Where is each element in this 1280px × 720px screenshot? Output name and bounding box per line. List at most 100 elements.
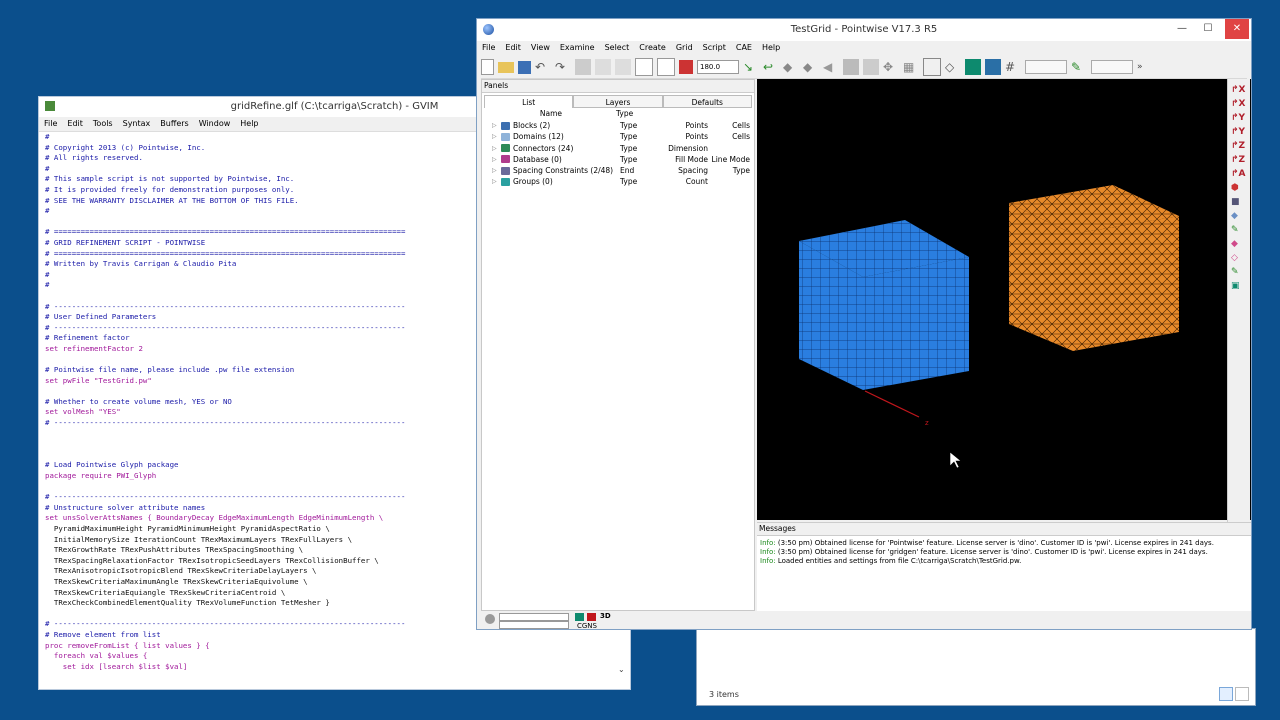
revolve-icon[interactable]: ✥ [883, 59, 899, 75]
pw-menu-script[interactable]: Script [698, 41, 731, 55]
angle-input[interactable]: 180.0 [697, 60, 739, 74]
icons-view-button[interactable] [1235, 687, 1249, 701]
connector-tool-icon[interactable]: ↘ [743, 59, 759, 75]
structured-block[interactable] [799, 220, 969, 390]
shape-icon[interactable]: ◀ [823, 59, 839, 75]
messages-list: Info: (3:50 pm) Obtained license for 'Po… [757, 536, 1251, 566]
view-plus-x-icon[interactable]: ↱X [1231, 99, 1247, 109]
mesh-tool-icon[interactable]: ▦ [903, 59, 919, 75]
scroll-down-icon[interactable]: ⌄ [618, 665, 626, 677]
solid-icon[interactable]: ■ [1231, 197, 1247, 207]
list-column-header: Name Type [482, 108, 754, 120]
redo-icon[interactable]: ↷ [555, 59, 571, 75]
gvim-menu-help[interactable]: Help [235, 117, 263, 131]
view-minus-x-icon[interactable]: ↱X [1231, 85, 1247, 95]
pw-menu-help[interactable]: Help [757, 41, 785, 55]
minimize-button[interactable]: — [1169, 19, 1195, 39]
view-isometric-icon[interactable]: ↱A [1231, 169, 1247, 179]
pw-menu-view[interactable]: View [526, 41, 555, 55]
explorer-window: 3 items [696, 628, 1256, 706]
grid-display-icon[interactable] [965, 59, 981, 75]
split-icon[interactable] [595, 59, 611, 75]
gvim-menu-edit[interactable]: Edit [62, 117, 88, 131]
hash-icon[interactable]: # [1005, 59, 1021, 75]
remove-view-icon[interactable] [657, 58, 675, 76]
expand-icon[interactable]: ▷ [492, 165, 501, 176]
entity-row[interactable]: ▷ Database (0) Type Fill Mode Line Mode [482, 154, 754, 165]
axis-label: z [925, 419, 929, 427]
save-icon[interactable] [518, 60, 531, 74]
pw-menu-grid[interactable]: Grid [671, 41, 698, 55]
pw-menu-examine[interactable]: Examine [555, 41, 600, 55]
color-select[interactable] [1091, 60, 1133, 74]
expand-icon[interactable]: ▷ [492, 154, 501, 165]
add-view-icon[interactable] [635, 58, 653, 76]
pw-menu-select[interactable]: Select [600, 41, 635, 55]
pw-menu-file[interactable]: File [477, 41, 500, 55]
pen-icon[interactable]: ✎ [1071, 59, 1087, 75]
new-file-icon[interactable] [481, 59, 494, 75]
view-icon[interactable] [575, 59, 591, 75]
measure-icon[interactable]: ✎ [1231, 267, 1247, 277]
view-plus-z-icon[interactable]: ↱Z [1231, 155, 1247, 165]
entity-row[interactable]: ▷ Domains (12) Type Points Cells [482, 131, 754, 142]
diamond-alt-icon[interactable]: ◆ [803, 59, 819, 75]
gvim-menu-file[interactable]: File [39, 117, 62, 131]
expand-icon[interactable]: ▷ [492, 143, 501, 154]
gvim-menu-tools[interactable]: Tools [88, 117, 118, 131]
tab-defaults[interactable]: Defaults [662, 95, 752, 108]
pw-menu-edit[interactable]: Edit [500, 41, 526, 55]
pointwise-titlebar: TestGrid - Pointwise V17.3 R5 — ☐ ✕ [477, 19, 1251, 41]
display-select[interactable] [1025, 60, 1067, 74]
shield-icon[interactable]: ⬢ [1231, 183, 1247, 193]
explorer-status: 3 items [709, 690, 739, 699]
gvim-title: gridRefine.glf (C:\tcarriga\Scratch) - G… [230, 101, 439, 112]
tab-layers[interactable]: Layers [573, 95, 663, 108]
entity-col2: Dimension [668, 143, 708, 153]
curve-tool-icon[interactable]: ↩ [763, 59, 779, 75]
entity-col3: Cells [732, 132, 750, 142]
pink-outline-icon[interactable]: ◇ [1231, 253, 1247, 263]
open-folder-icon[interactable] [498, 61, 514, 73]
pink-shape-icon[interactable]: ◆ [1231, 239, 1247, 249]
column-name[interactable]: Name [486, 108, 616, 120]
gvim-menu-buffers[interactable]: Buffers [155, 117, 193, 131]
gvim-menu-syntax[interactable]: Syntax [118, 117, 156, 131]
expand-icon[interactable]: ▷ [492, 120, 501, 131]
view-minus-z-icon[interactable]: ↱Z [1231, 141, 1247, 151]
cube-tool-icon[interactable] [843, 59, 859, 75]
close-button[interactable]: ✕ [1225, 19, 1249, 39]
angle-icon[interactable] [679, 60, 693, 74]
entity-col2: Spacing [678, 166, 708, 176]
tab-list[interactable]: List [484, 95, 574, 108]
message-text: (3:50 pm) Obtained license for 'Pointwis… [775, 539, 1214, 547]
edit-icon[interactable]: ✎ [1231, 225, 1247, 235]
pw-menu-create[interactable]: Create [634, 41, 671, 55]
maximize-button[interactable]: ☐ [1195, 19, 1221, 39]
details-view-button[interactable] [1219, 687, 1233, 701]
view-minus-y-icon[interactable]: ↱Y [1231, 113, 1247, 123]
entity-row[interactable]: ▷ Connectors (24) Type Dimension [482, 143, 754, 154]
unstructured-block[interactable] [1009, 185, 1179, 351]
grid-display-alt-icon[interactable] [985, 59, 1001, 75]
extrude-icon[interactable] [863, 59, 879, 75]
entity-row[interactable]: ▷ Groups (0) Type Count [482, 176, 754, 187]
wireframe-icon[interactable]: ◆ [1231, 211, 1247, 221]
pw-menu-cae[interactable]: CAE [731, 41, 757, 55]
expand-icon[interactable]: ▷ [492, 131, 501, 142]
expand-icon[interactable]: ▷ [492, 176, 501, 187]
view-plus-y-icon[interactable]: ↱Y [1231, 127, 1247, 137]
undo-icon[interactable]: ↶ [535, 59, 551, 75]
entity-row[interactable]: ▷ Blocks (2) Type Points Cells [482, 120, 754, 131]
diamond-tool-icon[interactable]: ◇ [945, 59, 961, 75]
examine-icon[interactable]: ▣ [1231, 281, 1247, 291]
toolbar-overflow-icon[interactable]: » [1137, 62, 1143, 72]
diamond-icon[interactable]: ◆ [783, 59, 799, 75]
layout-icon[interactable] [615, 59, 631, 75]
column-type[interactable]: Type [616, 108, 656, 120]
entity-row[interactable]: ▷ Spacing Constraints (2/48) End Spacing Typ… [482, 165, 754, 176]
entity-type-icon [501, 155, 510, 164]
gvim-menu-window[interactable]: Window [194, 117, 236, 131]
frame-icon[interactable] [923, 58, 941, 76]
graphics-viewport[interactable]: z [757, 79, 1251, 520]
